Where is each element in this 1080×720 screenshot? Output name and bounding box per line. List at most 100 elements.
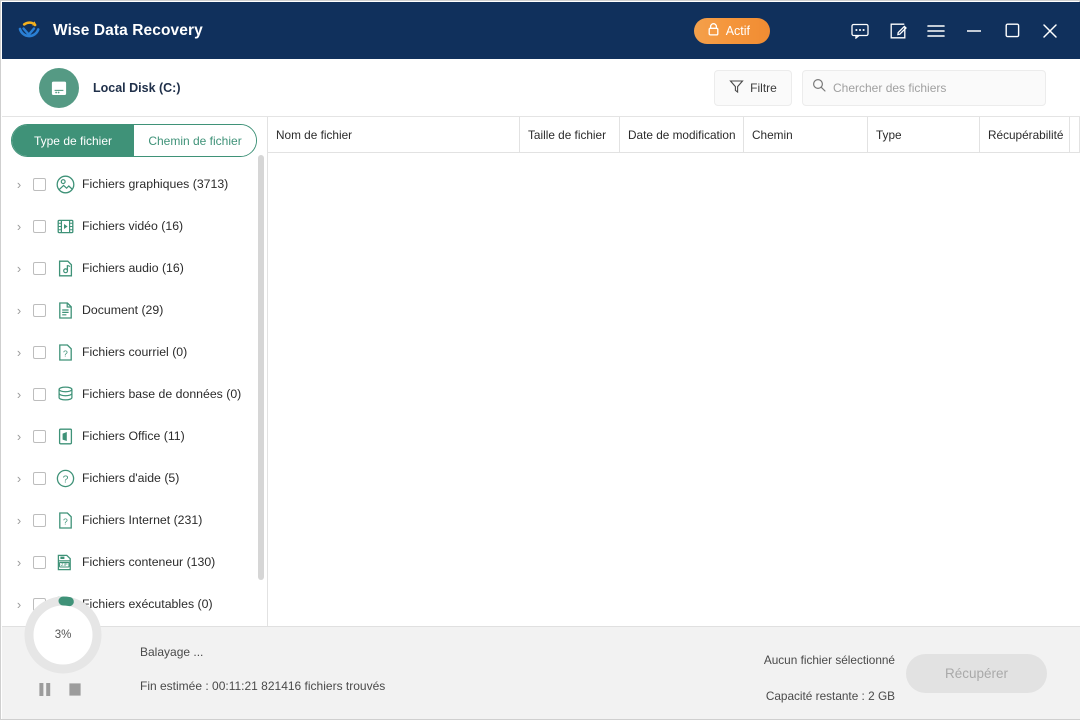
scan-control-buttons [38,682,82,702]
filter-button[interactable]: Filtre [714,69,792,106]
svg-text:?: ? [62,474,68,485]
image-file-icon [55,174,75,194]
tree-item-label: Fichiers conteneur (130) [82,555,216,569]
tree-item-audio-files[interactable]: › Fichiers audio (16) [2,247,267,289]
chevron-right-icon[interactable]: › [12,429,26,444]
chevron-right-icon[interactable]: › [12,303,26,318]
funnel-icon [729,79,744,97]
tree-item-graphic-files[interactable]: › Fichiers graphiques (3713) [2,163,267,205]
column-header-type[interactable]: Type [868,116,980,153]
email-file-icon: ? [55,342,75,362]
scan-progress-ring: 3% [24,596,102,674]
tree-checkbox[interactable] [33,345,46,359]
filter-label: Filtre [750,80,777,95]
tree-item-office-files[interactable]: › Fichiers Office (11) [2,415,267,457]
pause-icon[interactable] [38,682,52,702]
tree-checkbox[interactable] [33,261,46,275]
tree-item-container-files[interactable]: › ZIP Fichiers conteneur (130) [2,541,267,583]
tree-checkbox[interactable] [33,429,46,443]
tree-item-label: Fichiers base de données (0) [82,387,242,401]
app-window: Wise Data Recovery Actif Local Disk (C:)… [0,0,1080,720]
column-header-path[interactable]: Chemin [744,116,868,153]
tree-checkbox[interactable] [33,555,46,569]
tree-item-label: Document (29) [82,303,164,317]
recover-button[interactable]: Récupérer [906,654,1047,693]
hard-drive-icon [39,67,79,108]
tab-file-path[interactable]: Chemin de fichier [134,125,256,156]
minimize-icon[interactable] [964,21,984,41]
tree-checkbox[interactable] [33,387,46,401]
disk-toolbar: Local Disk (C:) Filtre [2,59,1080,117]
status-bar: Balayage ... Fin estimée : 00:11:21 8214… [2,626,1080,719]
main-content: Type de fichier Chemin de fichier › Fich… [2,116,1080,626]
chevron-right-icon[interactable]: › [12,177,26,192]
video-file-icon [55,216,75,236]
tree-item-email-files[interactable]: › ? Fichiers courriel (0) [2,331,267,373]
svg-text:ZIP: ZIP [61,562,68,567]
sidebar-scrollbar[interactable] [258,155,264,585]
chevron-right-icon[interactable]: › [12,387,26,402]
menu-icon[interactable] [926,21,946,41]
tree-item-label: Fichiers Internet (231) [82,513,203,527]
svg-text:?: ? [63,516,68,526]
scan-progress-percent: 3% [54,629,72,641]
stop-icon[interactable] [68,682,82,702]
tree-checkbox[interactable] [33,303,46,317]
chevron-right-icon[interactable]: › [12,345,26,360]
window-buttons [850,21,1060,41]
chevron-right-icon[interactable]: › [12,513,26,528]
chevron-right-icon[interactable]: › [12,261,26,276]
scan-status-text: Balayage ... [140,645,204,659]
tree-checkbox[interactable] [33,513,46,527]
active-status-label: Actif [725,23,750,38]
chevron-right-icon[interactable]: › [12,555,26,570]
tree-item-label: Fichiers graphiques (3713) [82,177,229,191]
active-status-button[interactable]: Actif [693,17,770,44]
disk-name-label: Local Disk (C:) [93,80,181,95]
table-body-empty [268,153,1080,626]
chevron-right-icon[interactable]: › [12,471,26,486]
tree-checkbox[interactable] [33,219,46,233]
office-file-icon [55,426,75,446]
lock-icon [708,22,719,39]
search-input[interactable] [833,80,1033,95]
tree-checkbox[interactable] [33,471,46,485]
audio-file-icon [55,258,75,278]
capacity-status-text: Capacité restante : 2 GB [765,689,895,703]
titlebar-controls: Actif [693,2,1080,59]
scan-status-group: Balayage ... Fin estimée : 00:11:21 8214… [140,645,385,693]
scan-eta-text: Fin estimée : 00:11:21 821416 fichiers t… [140,679,386,693]
database-file-icon [55,384,75,404]
app-title: Wise Data Recovery [53,21,203,39]
internet-file-icon: ? [55,510,75,530]
tab-file-type[interactable]: Type de fichier [12,125,134,156]
selection-info-group: Aucun fichier sélectionné Capacité resta… [764,653,895,703]
file-results-table: Nom de fichier Taille de fichier Date de… [268,116,1080,626]
column-header-filesize[interactable]: Taille de fichier [520,116,620,153]
search-box[interactable] [802,69,1046,106]
tree-checkbox[interactable] [33,177,46,191]
feedback-icon[interactable] [850,21,870,41]
title-bar: Wise Data Recovery Actif [2,2,1080,59]
sidebar-scrollbar-thumb[interactable] [258,155,264,580]
toolbar-actions: Filtre [714,69,1046,106]
tree-item-label: Fichiers Office (11) [82,429,185,443]
zip-file-icon: ZIP [55,552,75,572]
tree-item-documents[interactable]: › Document (29) [2,289,267,331]
tree-item-label: Fichiers audio (16) [82,261,184,275]
selection-status-text: Aucun fichier sélectionné [763,653,895,667]
tree-item-database-files[interactable]: › Fichiers base de données (0) [2,373,267,415]
tree-item-help-files[interactable]: › ? Fichiers d'aide (5) [2,457,267,499]
column-header-recoverability[interactable]: Récupérabilité [980,116,1080,153]
svg-text:?: ? [63,348,68,358]
close-icon[interactable] [1040,21,1060,41]
column-header-modified-date[interactable]: Date de modification [620,116,744,153]
column-header-filename[interactable]: Nom de fichier [268,116,520,153]
tree-item-video-files[interactable]: › Fichiers vidéo (16) [2,205,267,247]
maximize-icon[interactable] [1002,21,1022,41]
document-file-icon [55,300,75,320]
chevron-right-icon[interactable]: › [12,219,26,234]
tree-item-internet-files[interactable]: › ? Fichiers Internet (231) [2,499,267,541]
notes-icon[interactable] [888,21,908,41]
file-type-sidebar: Type de fichier Chemin de fichier › Fich… [2,117,268,626]
